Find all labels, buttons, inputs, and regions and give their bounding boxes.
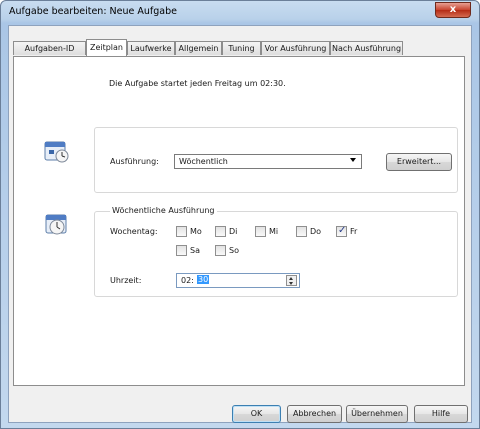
title-bar[interactable]: Aufgabe bearbeiten: Neue Aufgabe x: [1, 1, 479, 25]
schedule-summary: Die Aufgabe startet jeden Freitag um 02:…: [109, 79, 286, 88]
advanced-button-label: Erweitert...: [396, 157, 442, 166]
checkbox-so[interactable]: [215, 245, 226, 256]
tab-label: Zeitplan: [89, 43, 124, 52]
checkbox-mi[interactable]: [255, 226, 266, 237]
tab-label: Tuning: [228, 44, 255, 53]
weekly-calendar-icon: [44, 213, 70, 237]
tab-aufgaben-id[interactable]: Aufgaben-ID: [13, 41, 86, 55]
checkbox-fr[interactable]: ✓: [336, 225, 347, 237]
weekday-label: Wochentag:: [110, 227, 158, 236]
apply-button[interactable]: Übernehmen: [346, 405, 408, 423]
ok-button-label: OK: [250, 409, 263, 418]
tab-tuning[interactable]: Tuning: [222, 41, 261, 55]
tab-vor-ausfuehrung[interactable]: Vor Ausführung: [261, 41, 330, 55]
time-spinner-icon[interactable]: [286, 275, 297, 286]
ok-button[interactable]: OK: [232, 405, 281, 423]
tab-zeitplan[interactable]: Zeitplan: [86, 39, 127, 56]
chevron-down-icon: [350, 158, 356, 162]
time-input[interactable]: 02: 30: [176, 273, 300, 288]
execution-label: Ausführung:: [110, 157, 159, 166]
apply-button-label: Übernehmen: [351, 409, 403, 418]
check-icon: ✓: [338, 225, 347, 236]
checkbox-di-label: Di: [229, 227, 238, 236]
schedule-panel: Die Aufgabe startet jeden Freitag um 02:…: [13, 56, 465, 386]
checkbox-do-label: Do: [310, 227, 322, 236]
tab-label: Vor Ausführung: [264, 44, 327, 53]
tab-label: Allgemein: [178, 44, 219, 53]
checkbox-fr-label: Fr: [350, 227, 358, 236]
checkbox-di[interactable]: [215, 226, 226, 237]
weekly-group-legend: Wöchentliche Ausführung: [110, 206, 217, 215]
tab-label: Nach Ausführung: [331, 44, 402, 53]
execution-select[interactable]: Wöchentlich: [174, 154, 362, 169]
tab-label: Laufwerke: [130, 44, 172, 53]
time-minutes: 30: [197, 275, 210, 284]
checkbox-mo[interactable]: [176, 226, 187, 237]
help-button[interactable]: Hilfe: [414, 405, 468, 423]
time-hours: 02:: [181, 276, 194, 285]
help-button-label: Hilfe: [431, 409, 451, 418]
checkbox-mi-label: Mi: [269, 227, 279, 236]
execution-selected-value: Wöchentlich: [179, 157, 228, 166]
checkbox-sa-label: Sa: [190, 246, 200, 255]
tab-laufwerke[interactable]: Laufwerke: [127, 41, 175, 55]
close-icon: x: [449, 4, 457, 15]
close-button[interactable]: x: [435, 2, 471, 18]
checkbox-mo-label: Mo: [190, 227, 202, 236]
advanced-button[interactable]: Erweitert...: [386, 153, 452, 171]
window-title: Aufgabe bearbeiten: Neue Aufgabe: [9, 6, 177, 17]
cancel-button-label: Abbrechen: [292, 409, 337, 418]
checkbox-do[interactable]: [296, 226, 307, 237]
tab-allgemein[interactable]: Allgemein: [175, 41, 222, 55]
time-label: Uhrzeit:: [110, 276, 142, 285]
checkbox-sa[interactable]: [176, 245, 187, 256]
dialog-window: Aufgabe bearbeiten: Neue Aufgabe x Aufga…: [0, 0, 480, 429]
checkbox-so-label: So: [229, 246, 239, 255]
tab-nach-ausfuehrung[interactable]: Nach Ausführung: [330, 41, 403, 55]
dialog-client-area: Aufgaben-ID Zeitplan Laufwerke Allgemein…: [8, 25, 472, 423]
cancel-button[interactable]: Abbrechen: [287, 405, 342, 423]
tab-label: Aufgaben-ID: [24, 44, 75, 53]
schedule-calendar-icon: [44, 140, 70, 164]
